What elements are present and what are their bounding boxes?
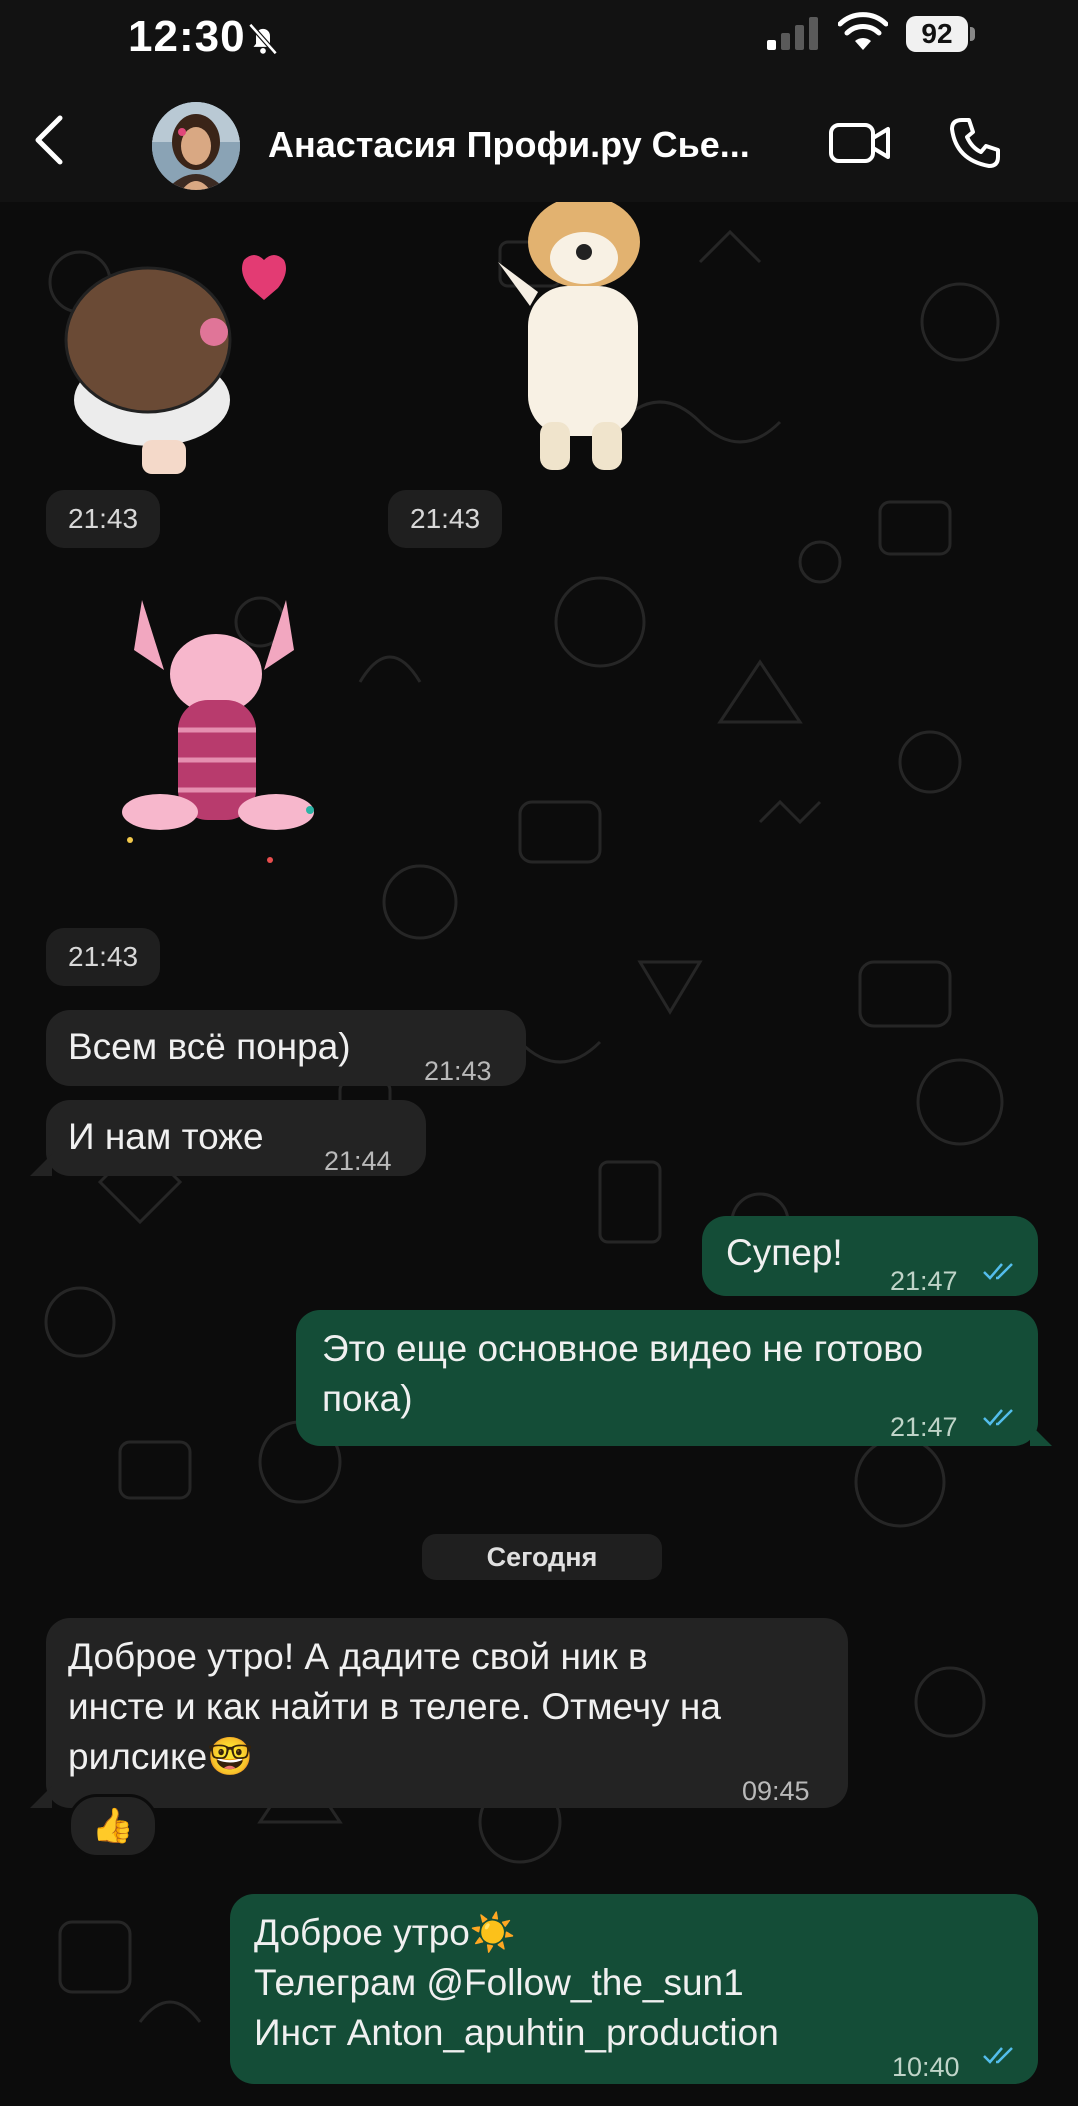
outgoing-message[interactable]: Доброе утро☀️ Телеграм @Follow_the_sun1 … <box>230 1894 1038 2084</box>
video-call-icon[interactable] <box>828 120 892 166</box>
phone-icon[interactable] <box>948 116 1002 170</box>
bubble-tail <box>30 1154 52 1176</box>
read-receipt-icon <box>983 2047 1013 2064</box>
message-text: Всем всё понра) <box>68 1026 351 1067</box>
status-bar: 12:30 92 <box>0 0 1078 80</box>
message-text-line: пока) <box>322 1378 413 1419</box>
outgoing-message[interactable]: Это еще основное видео не готово пока) 2… <box>296 1310 1038 1446</box>
message-text-line: Это еще основное видео не готово <box>322 1328 924 1369</box>
message-time: 21:47 <box>890 1412 958 1442</box>
chat-header: Анастасия Профи.ру Сье... <box>0 80 1078 202</box>
avatar-image <box>152 102 240 190</box>
sticker-doge[interactable] <box>488 202 688 478</box>
sticker-timestamp-2: 21:43 <box>388 490 503 548</box>
chat-area[interactable]: 21:43 21:43 21:43 Всем всё понра) 21:43 … <box>0 202 1078 2106</box>
bell-off-icon <box>248 23 278 55</box>
outgoing-message[interactable]: Супер! 21:47 <box>702 1216 1038 1296</box>
battery-tip <box>970 27 975 41</box>
message-text-line: рилсике🤓 <box>68 1736 254 1777</box>
read-receipt-icon <box>983 1409 1013 1426</box>
message-text-line: Телеграм @Follow_the_sun1 <box>254 1962 744 2003</box>
message-text-line: Инст Anton_apuhtin_production <box>254 2012 779 2053</box>
message-time: 10:40 <box>892 2052 960 2082</box>
battery-level: 92 <box>906 16 968 52</box>
message-text: Супер! <box>726 1232 843 1273</box>
message-time: 21:47 <box>890 1266 958 1296</box>
reaction-thumbs-up[interactable]: 👍 <box>68 1794 158 1858</box>
status-time: 12:30 <box>128 12 246 61</box>
sticker-timestamp-1: 21:43 <box>46 490 161 548</box>
back-arrow-icon[interactable] <box>30 112 70 168</box>
date-divider: Сегодня <box>422 1534 662 1580</box>
sticker-girl[interactable] <box>52 230 312 490</box>
message-text-line: Доброе утро! А дадите свой ник в <box>68 1636 648 1677</box>
message-text-line: инсте и как найти в телеге. Отмечу на <box>68 1686 721 1727</box>
message-time: 21:43 <box>424 1056 492 1086</box>
battery-indicator: 92 <box>906 16 976 52</box>
sticker-timestamp-3: 21:43 <box>46 928 161 986</box>
incoming-message[interactable]: И нам тоже 21:44 <box>46 1100 426 1176</box>
incoming-message[interactable]: Всем всё понра) 21:43 <box>46 1010 526 1086</box>
message-text-line: Доброе утро☀️ <box>254 1912 516 1953</box>
chat-title[interactable]: Анастасия Профи.ру Сье... <box>268 124 750 166</box>
bubble-tail <box>1030 1424 1052 1446</box>
read-receipt-icon <box>983 1263 1013 1280</box>
message-time: 21:44 <box>324 1146 392 1176</box>
sticker-piglet[interactable] <box>120 590 360 890</box>
wifi-icon <box>838 12 888 50</box>
incoming-message[interactable]: Доброе утро! А дадите свой ник в инсте и… <box>46 1618 848 1808</box>
signal-icon <box>767 17 818 50</box>
message-text: И нам тоже <box>68 1116 264 1157</box>
message-time: 09:45 <box>742 1776 810 1806</box>
contact-avatar[interactable] <box>152 102 240 190</box>
bubble-tail <box>30 1786 52 1808</box>
